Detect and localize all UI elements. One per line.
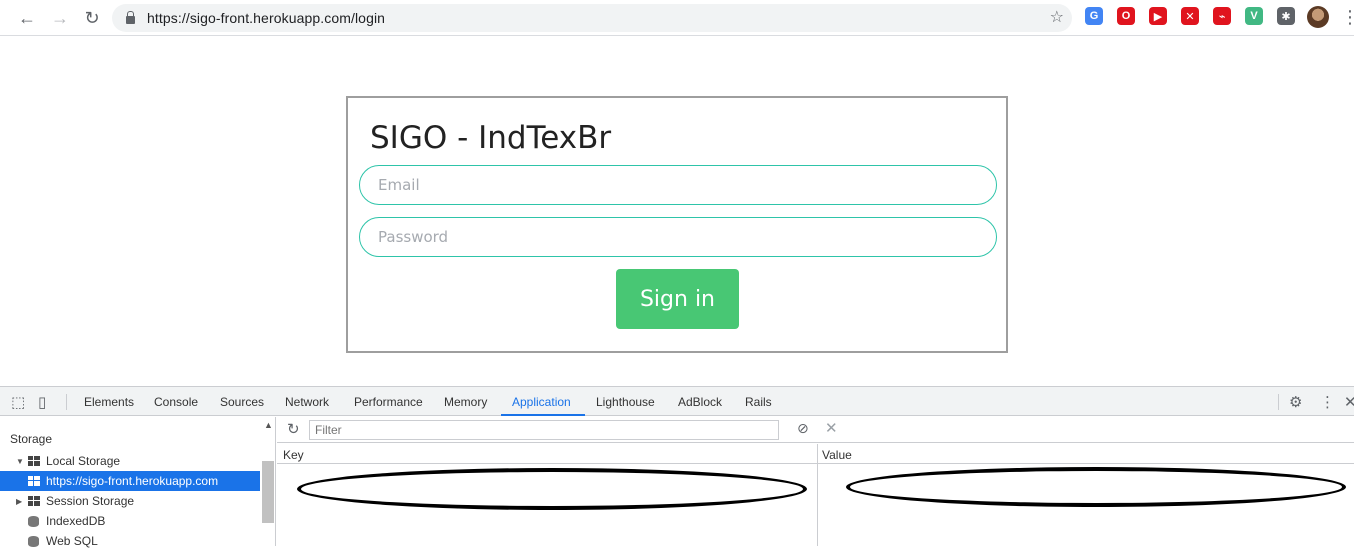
forward-arrow-icon[interactable]: → — [46, 4, 74, 32]
sidebar-scrollbar[interactable] — [262, 461, 274, 523]
back-arrow-icon[interactable]: ← — [13, 4, 41, 32]
redacted-value-scribble — [846, 467, 1346, 507]
device-toolbar-icon[interactable]: ▯ — [38, 393, 46, 411]
url-scheme: https:// — [147, 10, 190, 26]
storage-grid-icon — [28, 456, 40, 466]
browser-toolbar: ← → ↻ https://sigo-front.herokuapp.com/l… — [0, 0, 1354, 36]
sidebar-item-websql[interactable]: Web SQL — [0, 531, 260, 551]
sidebar-item-label: Local Storage — [46, 454, 121, 468]
url-text: https://sigo-front.herokuapp.com/login — [147, 10, 385, 26]
tab-adblock[interactable]: AdBlock — [678, 395, 722, 409]
tab-memory[interactable]: Memory — [444, 395, 487, 409]
column-divider[interactable] — [817, 444, 818, 546]
redacted-key-scribble — [297, 468, 807, 510]
tab-application[interactable]: Application — [512, 395, 571, 409]
collapsed-triangle-icon[interactable]: ▶ — [16, 497, 26, 506]
toolbar-divider — [1278, 394, 1279, 410]
lock-icon — [126, 11, 135, 24]
scroll-up-icon[interactable]: ▲ — [264, 420, 273, 430]
password-field[interactable] — [359, 217, 997, 257]
address-bar[interactable]: https://sigo-front.herokuapp.com/login ☆ — [112, 4, 1072, 32]
sidebar-item-local-storage[interactable]: ▼ Local Storage — [0, 451, 260, 471]
tab-performance[interactable]: Performance — [354, 395, 423, 409]
sidebar-item-label: Session Storage — [46, 494, 135, 508]
filter-toolbar: ↻ ⊘ ✕ — [277, 417, 1354, 443]
sign-in-button[interactable]: Sign in — [616, 269, 739, 329]
value-column-header[interactable]: Value — [822, 448, 852, 462]
close-devtools-icon[interactable]: ✕ — [1344, 393, 1354, 411]
storage-grid-icon — [28, 476, 40, 486]
browser-menu-icon[interactable]: ⋮ — [1341, 6, 1354, 28]
storage-heading: Storage — [10, 432, 53, 446]
sidebar-item-label: https://sigo-front.herokuapp.com — [46, 474, 219, 488]
tab-console[interactable]: Console — [154, 395, 198, 409]
sidebar-item-indexeddb[interactable]: IndexedDB — [0, 511, 260, 531]
profile-avatar[interactable] — [1307, 6, 1329, 28]
refresh-icon[interactable]: ↻ — [287, 420, 300, 438]
feed-icon[interactable]: ⌁ — [1213, 7, 1231, 25]
google-translate-icon[interactable]: G — [1085, 7, 1103, 25]
toolbar-divider — [66, 394, 67, 410]
active-tab-indicator — [501, 414, 585, 416]
youtube-icon[interactable]: ▶ — [1149, 7, 1167, 25]
devtools-tab-bar: ⬚ ▯ Elements Console Sources Network Per… — [0, 387, 1354, 416]
settings-gear-icon[interactable]: ⚙ — [1289, 393, 1302, 411]
key-column-header[interactable]: Key — [283, 448, 304, 462]
sidebar-item-label: Web SQL — [46, 534, 98, 548]
email-field[interactable] — [359, 165, 997, 205]
inspect-element-icon[interactable]: ⬚ — [11, 393, 25, 411]
storage-grid-icon — [28, 496, 40, 506]
tab-lighthouse[interactable]: Lighthouse — [596, 395, 655, 409]
puzzle-extensions-icon[interactable]: ✱ — [1277, 7, 1295, 25]
login-card: SIGO - IndTexBr Sign in — [346, 96, 1008, 353]
table-header: Key Value — [277, 444, 1354, 464]
clear-all-icon[interactable]: ⊘ — [797, 420, 809, 437]
tab-elements[interactable]: Elements — [84, 395, 134, 409]
tab-network[interactable]: Network — [285, 395, 329, 409]
url-host: sigo-front.herokuapp.com — [189, 10, 351, 26]
storage-table-panel: ↻ ⊘ ✕ Key Value — [277, 417, 1354, 546]
sidebar-item-label: IndexedDB — [46, 514, 106, 528]
database-icon — [28, 515, 39, 527]
reload-icon[interactable]: ↻ — [78, 4, 106, 32]
tab-rails[interactable]: Rails — [745, 395, 772, 409]
expanded-triangle-icon[interactable]: ▼ — [16, 457, 26, 466]
vue-devtools-icon[interactable]: V — [1245, 7, 1263, 25]
tab-sources[interactable]: Sources — [220, 395, 264, 409]
delete-selected-icon[interactable]: ✕ — [825, 419, 838, 437]
application-sidebar: Storage ▲ ▼ Local Storage https://sigo-f… — [0, 417, 276, 548]
opera-icon[interactable]: O — [1117, 7, 1135, 25]
login-title: SIGO - IndTexBr — [370, 120, 612, 156]
devtools-panel: ⬚ ▯ Elements Console Sources Network Per… — [0, 386, 1354, 548]
sidebar-item-local-storage-origin[interactable]: https://sigo-front.herokuapp.com — [0, 471, 260, 491]
sidebar-item-session-storage[interactable]: ▶ Session Storage — [0, 491, 260, 511]
bookmark-star-icon[interactable]: ☆ — [1050, 7, 1064, 27]
url-path: /login — [350, 10, 386, 26]
adblock-icon[interactable]: ✕ — [1181, 7, 1199, 25]
filter-input[interactable] — [309, 420, 779, 440]
devtools-menu-icon[interactable]: ⋮ — [1320, 393, 1335, 411]
